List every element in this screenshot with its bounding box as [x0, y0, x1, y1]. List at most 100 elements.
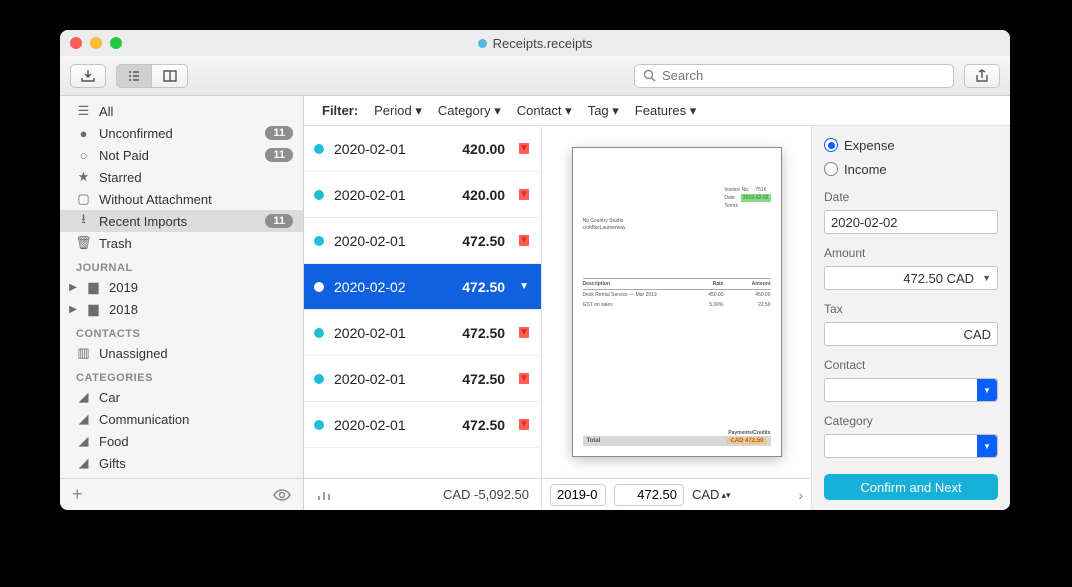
expense-indicator-icon: ▼: [519, 327, 529, 338]
toolbar: [60, 56, 1010, 96]
date-field[interactable]: 2020-02-02: [824, 210, 998, 234]
document-preview: Invoice No.7516 Date2019-02-02 Terms No …: [572, 147, 782, 457]
expense-indicator-icon: ▼: [519, 419, 529, 430]
doc-highlighted-date: 2019-02-02: [741, 194, 771, 202]
status-dot-icon: [314, 374, 324, 384]
next-page-button[interactable]: ›: [798, 487, 803, 503]
radio-off-icon: [824, 162, 838, 176]
sidebar-item-trash[interactable]: 🗑Trash: [60, 232, 303, 254]
sidebar-category-gifts[interactable]: ◢Gifts: [60, 452, 303, 474]
sidebar-category-food[interactable]: ◢Food: [60, 430, 303, 452]
content-area: ☰All ●Unconfirmed11 ○Not Paid11 ★Starred…: [60, 96, 1010, 510]
zoom-window-button[interactable]: [110, 37, 122, 49]
view-list-button[interactable]: [116, 64, 152, 88]
type-income-radio[interactable]: Income: [824, 160, 998, 178]
status-dot-icon: [314, 144, 324, 154]
date-label: Date: [824, 190, 998, 204]
badge: 11: [265, 148, 293, 162]
preview-panel: Invoice No.7516 Date2019-02-02 Terms No …: [542, 126, 812, 510]
receipt-row[interactable]: 2020-02-01472.50▼: [304, 356, 541, 402]
close-window-button[interactable]: [70, 37, 82, 49]
main-panel: Filter: Period ▾ Category ▾ Contact ▾ Ta…: [304, 96, 1010, 510]
filter-tag[interactable]: Tag ▾: [588, 103, 619, 119]
stats-button[interactable]: [316, 488, 332, 502]
minimize-window-button[interactable]: [90, 37, 102, 49]
sidebar-item-starred[interactable]: ★Starred: [60, 166, 303, 188]
view-grid-button[interactable]: [152, 64, 188, 88]
expense-indicator-icon: ▼: [519, 373, 529, 384]
columns-icon: [162, 69, 178, 83]
sidebar-head-contacts: CONTACTS: [60, 320, 303, 342]
sidebar-head-categories: CATEGORIES: [60, 364, 303, 386]
add-button[interactable]: +: [72, 484, 83, 505]
receipt-row[interactable]: 2020-02-01472.50▼: [304, 310, 541, 356]
receipt-row[interactable]: 2020-02-01420.00▼: [304, 126, 541, 172]
confirm-and-next-button[interactable]: Confirm and Next: [824, 474, 998, 500]
status-dot-icon: [314, 282, 324, 292]
chevron-down-icon: ▼: [982, 273, 991, 283]
category-select[interactable]: ▾: [824, 434, 998, 458]
list-total: CAD -5,092.50: [443, 487, 529, 502]
app-window: Receipts.receipts ☰All ●Unconfirmed11: [60, 30, 1010, 510]
type-expense-radio[interactable]: Expense: [824, 136, 998, 154]
receipt-row[interactable]: 2020-02-01420.00▼: [304, 172, 541, 218]
sidebar-contact-unassigned[interactable]: ▥Unassigned: [60, 342, 303, 364]
trash-icon: 🗑: [76, 235, 91, 251]
tax-field[interactable]: CAD: [824, 322, 998, 346]
filter-period[interactable]: Period ▾: [374, 103, 422, 119]
sidebar-head-journal: JOURNAL: [60, 254, 303, 276]
contact-select[interactable]: ▾: [824, 378, 998, 402]
share-button[interactable]: [964, 64, 1000, 88]
list-footer: CAD -5,092.50: [304, 478, 541, 510]
expense-indicator-icon: ▼: [519, 281, 529, 292]
folder-icon: ▆: [86, 301, 101, 317]
main-body: 2020-02-01420.00▼ 2020-02-01420.00▼ 2020…: [304, 126, 1010, 510]
sidebar-item-all[interactable]: ☰All: [60, 100, 303, 122]
traffic-lights: [70, 37, 122, 49]
receipt-row[interactable]: 2020-02-01472.50▼: [304, 218, 541, 264]
folder-icon: ▆: [86, 279, 101, 295]
inspector-panel: Expense Income Date 2020-02-02 Amount 47…: [812, 126, 1010, 510]
category-label: Category: [824, 414, 998, 428]
sidebar-journal-2018[interactable]: ▶▆2018: [60, 298, 303, 320]
chevron-down-icon: ▾: [977, 379, 997, 401]
sidebar-category-car[interactable]: ◢Car: [60, 386, 303, 408]
sidebar-category-communication[interactable]: ◢Communication: [60, 408, 303, 430]
expense-indicator-icon: ▼: [519, 143, 529, 154]
preview-currency-selector[interactable]: CAD▴▾: [692, 487, 731, 502]
download-tray-icon: [80, 69, 96, 83]
search-input[interactable]: [662, 68, 945, 83]
filter-contact[interactable]: Contact ▾: [517, 103, 572, 119]
chevron-right-icon: ▶: [68, 304, 78, 315]
expense-indicator-icon: ▼: [519, 189, 529, 200]
sidebar-item-not-paid[interactable]: ○Not Paid11: [60, 144, 303, 166]
import-button[interactable]: [70, 64, 106, 88]
titlebar: Receipts.receipts: [60, 30, 1010, 56]
doc-highlighted-total: 472.50: [745, 438, 763, 444]
quicklook-button[interactable]: [273, 489, 291, 501]
preview-date-input[interactable]: [550, 484, 606, 506]
sidebar-footer: +: [60, 478, 303, 510]
receipt-list: 2020-02-01420.00▼ 2020-02-01420.00▼ 2020…: [304, 126, 542, 510]
filter-category[interactable]: Category ▾: [438, 103, 501, 119]
preview-body[interactable]: Invoice No.7516 Date2019-02-02 Terms No …: [542, 126, 811, 478]
tag-icon: ◢: [76, 411, 91, 427]
sidebar-scroll[interactable]: ☰All ●Unconfirmed11 ○Not Paid11 ★Starred…: [60, 96, 303, 478]
receipt-row[interactable]: 2020-02-01472.50▼: [304, 402, 541, 448]
sidebar-item-recent-imports[interactable]: ⭳Recent Imports11: [60, 210, 303, 232]
sidebar-item-without-attachment[interactable]: ▢Without Attachment: [60, 188, 303, 210]
amount-field[interactable]: 472.50 CAD▼: [824, 266, 998, 290]
view-mode-segment: [116, 64, 188, 88]
contact-label: Contact: [824, 358, 998, 372]
status-dot-icon: [314, 420, 324, 430]
list-scroll[interactable]: 2020-02-01420.00▼ 2020-02-01420.00▼ 2020…: [304, 126, 541, 478]
sidebar-item-unconfirmed[interactable]: ●Unconfirmed11: [60, 122, 303, 144]
search-field[interactable]: [634, 64, 954, 88]
filter-features[interactable]: Features ▾: [635, 103, 696, 119]
receipt-row-selected[interactable]: 2020-02-02472.50▼: [304, 264, 541, 310]
bar-chart-icon: [316, 488, 332, 502]
preview-footer: CAD▴▾ ›: [542, 478, 811, 510]
chevron-down-icon: ▾: [977, 435, 997, 457]
sidebar-journal-2019[interactable]: ▶▆2019: [60, 276, 303, 298]
preview-amount-input[interactable]: [614, 484, 684, 506]
